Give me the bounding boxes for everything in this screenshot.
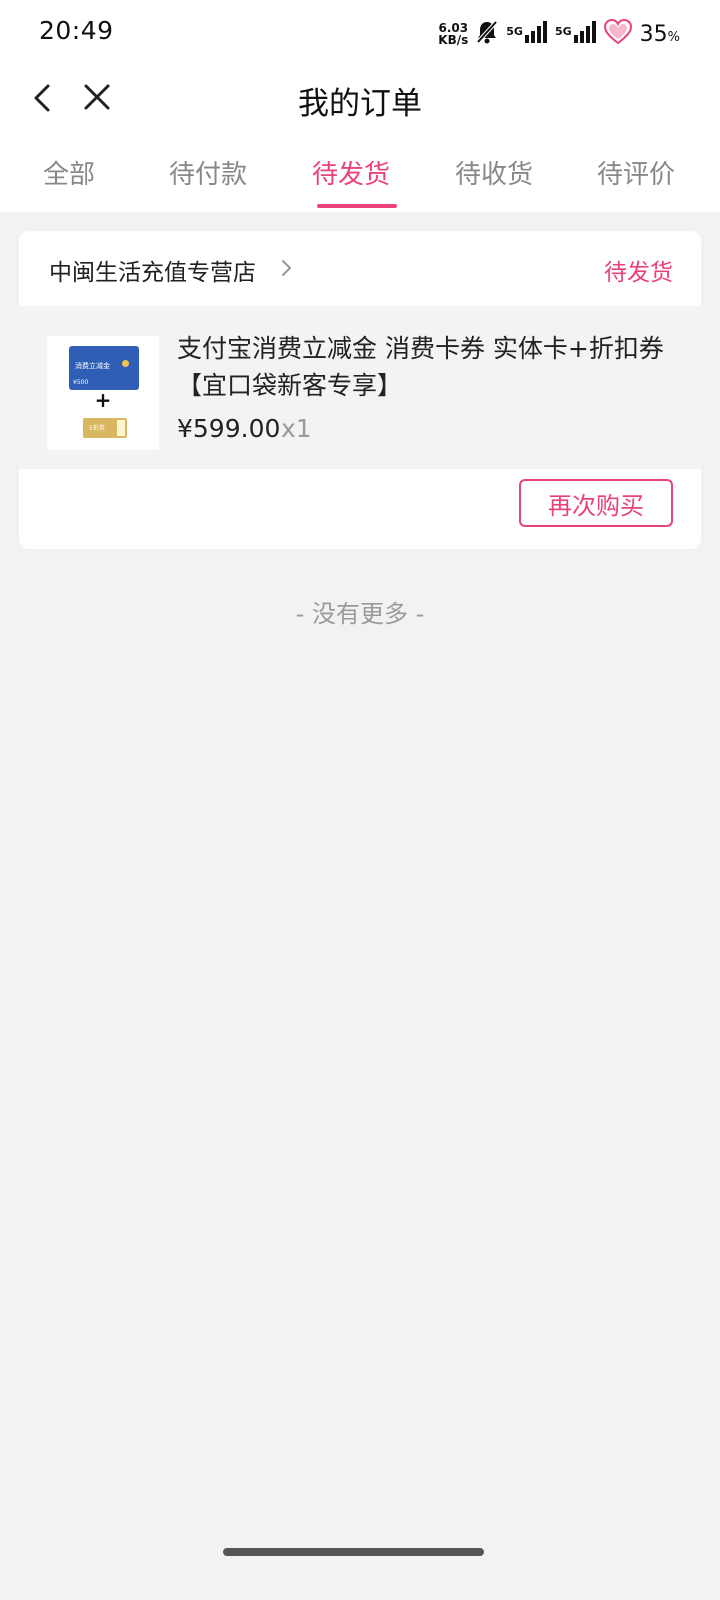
voucher-text: 5折券 — [89, 425, 105, 432]
voucher-image: 5折券 — [83, 418, 127, 438]
battery-level: 35% — [640, 22, 680, 47]
mute-bell-icon — [476, 20, 498, 48]
gift-card-text: 消费立减金 — [75, 362, 110, 370]
active-tab-indicator — [317, 204, 397, 208]
status-bar: 20:49 6.03 KB/s 5G 5G 35% — [0, 0, 720, 64]
net-speed-unit: KB/s — [438, 33, 469, 47]
status-icons: 6.03 KB/s 5G 5G 35% — [438, 18, 680, 50]
order-status: 待发货 — [604, 260, 673, 286]
no-more-text: - 没有更多 - — [295, 600, 425, 628]
signal-2-label: 5G — [554, 25, 572, 38]
gift-card-value: ¥500 — [73, 379, 89, 386]
signal-2: 5G — [555, 21, 596, 47]
signal-bars-icon — [573, 21, 596, 47]
order-actions: 再次购买 — [19, 469, 701, 549]
tab-pending-receipt[interactable]: 待收货 — [455, 154, 533, 191]
tab-all[interactable]: 全部 — [43, 154, 95, 191]
signal-bars-icon — [524, 21, 547, 47]
net-speed: 6.03 KB/s — [438, 22, 468, 46]
status-time: 20:49 — [39, 16, 114, 45]
store-name[interactable]: 中闽生活充值专营店 — [49, 253, 256, 287]
tab-pending-review[interactable]: 待评价 — [597, 154, 675, 191]
thumb-plus: + — [94, 388, 112, 412]
tab-pending-payment[interactable]: 待付款 — [169, 154, 247, 191]
signal-1: 5G — [506, 21, 547, 47]
buy-again-button[interactable]: 再次购买 — [519, 479, 673, 527]
heart-battery-icon — [603, 18, 632, 49]
header: 我的订单 — [0, 64, 720, 134]
order-tabs: 全部 待付款 待发货 待收货 待评价 — [0, 150, 720, 212]
product-thumbnail[interactable]: 消费立减金 ¥500 + 5折券 — [47, 336, 159, 450]
gift-card-image: 消费立减金 ¥500 — [69, 346, 139, 390]
product-price: ¥599.00 — [177, 414, 281, 443]
order-card: 中闽生活充值专营店 待发货 消费立减金 ¥500 + 5折券 支付宝消费立减金 … — [19, 231, 701, 549]
product-title[interactable]: 支付宝消费立减金 消费卡券 实体卡+折扣券【宜口袋新客专享】 — [177, 330, 677, 404]
tab-pending-shipment[interactable]: 待发货 — [312, 154, 390, 191]
signal-1-label: 5G — [506, 25, 523, 38]
product-quantity: x1 — [281, 414, 312, 443]
battery-percent: 35 — [639, 21, 668, 47]
coin-icon — [122, 360, 129, 367]
home-indicator[interactable] — [223, 1548, 484, 1556]
battery-unit: % — [667, 29, 680, 45]
voucher-stub — [117, 420, 125, 436]
page-title: 我的订单 — [298, 86, 422, 122]
store-row[interactable]: 中闽生活充值专营店 待发货 — [19, 231, 701, 306]
chevron-right-icon — [277, 258, 297, 278]
